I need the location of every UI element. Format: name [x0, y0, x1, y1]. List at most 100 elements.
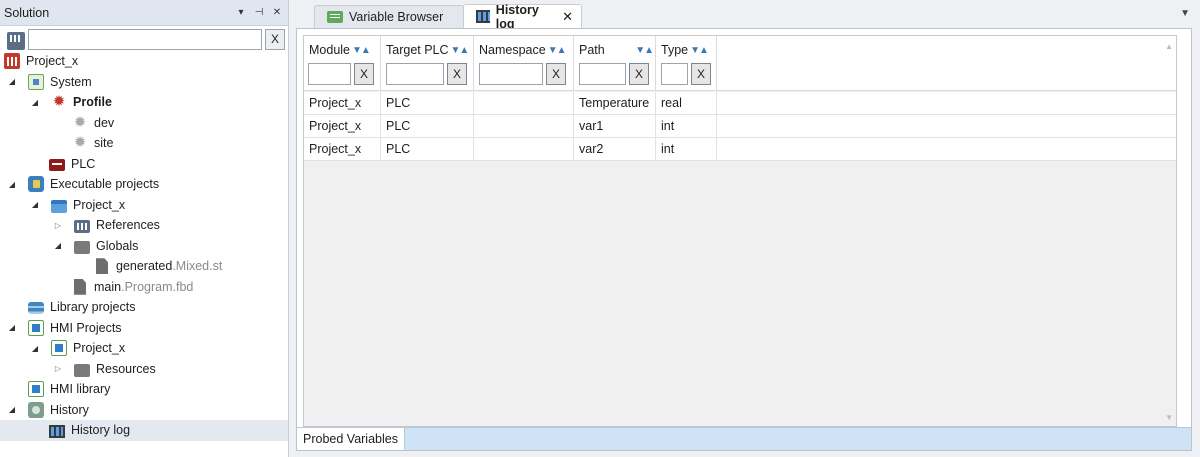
tree-node-hmi-library[interactable]: HMI library [0, 379, 288, 400]
expanded-arrow-icon[interactable]: ◢ [29, 342, 41, 354]
tab-label: Variable Browser [349, 10, 444, 24]
filter-input[interactable] [479, 63, 543, 85]
history-icon [28, 401, 44, 418]
tree-node-project-root[interactable]: Project_x [0, 51, 288, 72]
column-title: Module [309, 43, 350, 57]
tree-node-resources[interactable]: ▷ Resources [0, 359, 288, 380]
file-extension: .Mixed.st [172, 259, 223, 274]
table-row[interactable]: Project_x PLC var1 int [304, 115, 1176, 138]
tree-label: System [50, 74, 92, 89]
tree-label: dev [94, 115, 115, 130]
solution-tree: Project_x ◢ System ◢ ✹ Profile ✹ dev ✹ s… [0, 51, 288, 441]
cell-module: Project_x [304, 92, 381, 115]
file-icon [74, 278, 86, 295]
expanded-arrow-icon[interactable]: ◢ [29, 199, 41, 211]
project-icon [4, 53, 20, 70]
column-module: Module ▼▲ X [304, 36, 381, 91]
tab-probed-variables[interactable]: Probed Variables [297, 428, 405, 450]
column-header[interactable]: Type ▼▲ [661, 43, 709, 57]
probed-variables-grid: Module ▼▲ X Target PLC ▼▲ X Namespace ▼▲… [303, 35, 1177, 427]
tree-node-generated-file[interactable]: generated.Mixed.st [0, 256, 288, 277]
collapsed-arrow-icon[interactable]: ▷ [52, 363, 64, 375]
collapsed-arrow-icon[interactable]: ▷ [52, 219, 64, 231]
tab-overflow-icon[interactable]: ▼ [1180, 8, 1190, 19]
tree-label: History [50, 402, 89, 417]
table-row[interactable]: Project_x PLC var2 int [304, 138, 1176, 161]
tab-history-log[interactable]: History log ✕ [463, 3, 582, 31]
tree-node-profile[interactable]: ◢ ✹ Profile [0, 92, 288, 113]
expanded-arrow-icon[interactable]: ◢ [29, 96, 41, 108]
tree-label: PLC [71, 156, 96, 171]
sort-arrows-icon[interactable]: ▼▲ [690, 45, 709, 56]
column-header[interactable]: Path ▼▲ [579, 43, 654, 57]
expanded-arrow-icon[interactable]: ◢ [6, 178, 18, 190]
tree-node-site[interactable]: ✹ site [0, 133, 288, 154]
filter-input[interactable] [579, 63, 626, 85]
tree-label: History log [71, 423, 131, 438]
expanded-arrow-icon[interactable]: ◢ [6, 76, 18, 88]
filter-clear-button[interactable]: X [546, 63, 566, 85]
tree-node-library-projects[interactable]: Library projects [0, 297, 288, 318]
hmi-project-icon [51, 340, 67, 357]
plc-icon [49, 158, 65, 171]
column-namespace: Namespace ▼▲ X [474, 36, 574, 91]
hmi-library-icon [28, 381, 44, 398]
cell-type: int [656, 138, 717, 161]
tab-variable-browser[interactable]: Variable Browser [314, 5, 464, 28]
expanded-arrow-icon[interactable]: ◢ [6, 322, 18, 334]
tree-node-references[interactable]: ▷ References [0, 215, 288, 236]
search-options-icon[interactable] [7, 31, 25, 50]
cell-path: var2 [574, 138, 656, 161]
tree-node-hmi-project[interactable]: ◢ Project_x [0, 338, 288, 359]
cell-target-plc: PLC [381, 115, 474, 138]
column-header[interactable]: Target PLC ▼▲ [386, 43, 470, 57]
sort-arrows-icon[interactable]: ▼▲ [352, 45, 371, 56]
column-title: Type [661, 43, 689, 57]
sort-arrows-icon[interactable]: ▼▲ [548, 45, 567, 56]
filter-input[interactable] [661, 63, 688, 85]
table-row[interactable]: Project_x PLC Temperature real [304, 92, 1176, 115]
folder-icon [74, 240, 90, 254]
gear-icon: ✹ [73, 113, 87, 131]
tree-node-history-log[interactable]: History log [0, 420, 288, 441]
tree-label: Project_x [73, 341, 126, 356]
search-input[interactable] [28, 28, 262, 50]
tree-node-plc[interactable]: PLC [0, 154, 288, 175]
tree-label: References [96, 218, 160, 233]
solution-header: Solution ▾ ⊣ ✕ [0, 0, 288, 26]
tree-node-globals[interactable]: ◢ Globals [0, 236, 288, 257]
tree-node-history[interactable]: ◢ History [0, 400, 288, 421]
filter-input[interactable] [308, 63, 351, 85]
sort-arrows-icon[interactable]: ▼▲ [451, 45, 470, 56]
expanded-arrow-icon[interactable]: ◢ [6, 404, 18, 416]
search-clear-button[interactable]: X [265, 28, 285, 50]
filter-clear-button[interactable]: X [354, 63, 374, 85]
expanded-arrow-icon[interactable]: ◢ [52, 240, 64, 252]
tree-node-system[interactable]: ◢ System [0, 72, 288, 93]
filter-clear-button[interactable]: X [629, 63, 649, 85]
sort-arrows-icon[interactable]: ▼▲ [635, 45, 654, 56]
scroll-down-icon[interactable]: ▼ [1165, 413, 1173, 422]
panel-menu-icon[interactable]: ▾ [234, 6, 248, 20]
column-type: Type ▼▲ X [656, 36, 717, 91]
close-tab-icon[interactable]: ✕ [562, 9, 573, 25]
solution-search-bar: X [0, 26, 288, 52]
column-header[interactable]: Namespace ▼▲ [479, 43, 566, 57]
bottom-tabstrip: Probed Variables [297, 427, 1191, 450]
tree-label: Project_x [73, 197, 126, 212]
folder-icon [74, 363, 90, 377]
pin-icon[interactable]: ⊣ [252, 6, 266, 20]
filter-input[interactable] [386, 63, 444, 85]
tree-node-exec-project[interactable]: ◢ Project_x [0, 195, 288, 216]
tree-node-main-file[interactable]: main.Program.fbd [0, 277, 288, 298]
filter-clear-button[interactable]: X [447, 63, 467, 85]
tree-node-executable-projects[interactable]: ◢ Executable projects [0, 174, 288, 195]
column-header[interactable]: Module ▼▲ [309, 43, 371, 57]
tree-label: Resources [96, 361, 156, 376]
tree-node-dev[interactable]: ✹ dev [0, 113, 288, 134]
tree-node-hmi-projects[interactable]: ◢ HMI Projects [0, 318, 288, 339]
filter-clear-button[interactable]: X [691, 63, 711, 85]
close-panel-icon[interactable]: ✕ [270, 6, 284, 20]
cell-namespace [474, 92, 574, 115]
scroll-up-icon[interactable]: ▲ [1165, 42, 1173, 51]
